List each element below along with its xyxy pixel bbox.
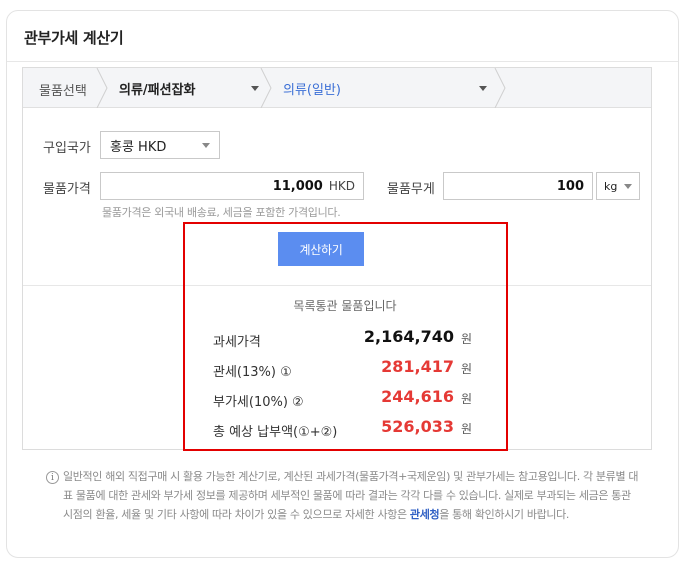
customs-service-link[interactable]: 관세청: [410, 508, 440, 521]
price-hint: 물품가격은 외국내 배송료, 세금을 포함한 가격입니다.: [102, 206, 341, 219]
category-select[interactable]: 의류/패션잡화: [119, 68, 269, 108]
title-divider: [7, 61, 678, 62]
weight-unit-value: kg: [604, 179, 618, 193]
price-field[interactable]: HKD: [100, 172, 364, 200]
country-select-value: 홍콩 HKD: [110, 139, 167, 155]
breadcrumb-chevron-icon: [96, 68, 108, 108]
price-input[interactable]: [101, 178, 323, 194]
category-select-value: 의류/패션잡화: [119, 82, 196, 98]
price-unit: HKD: [328, 179, 355, 193]
subcategory-select-value: 의류(일반): [283, 82, 341, 98]
country-select[interactable]: 홍콩 HKD: [100, 131, 220, 159]
breadcrumb-chevron-icon: [260, 68, 272, 108]
disclaimer-note: 일반적인 해외 직접구매 시 활용 가능한 계산기로, 계산된 과세가격(물품가…: [63, 467, 643, 524]
weight-field[interactable]: [443, 172, 593, 200]
country-label: 구입국가: [43, 141, 91, 156]
breadcrumb-chevron-icon: [494, 68, 506, 108]
breadcrumb: 물품선택 의류/패션잡화 의류(일반): [23, 68, 651, 108]
chevron-down-icon: [251, 86, 259, 91]
breadcrumb-label: 물품선택: [39, 84, 87, 99]
info-icon: i: [46, 471, 59, 484]
weight-unit-select[interactable]: kg: [596, 172, 640, 200]
result-highlight-box: [183, 222, 508, 451]
weight-input[interactable]: [444, 178, 584, 194]
chevron-down-icon: [624, 184, 632, 189]
chevron-down-icon: [202, 143, 210, 148]
card-title: 관부가세 계산기: [24, 29, 124, 47]
price-label: 물품가격: [43, 182, 91, 197]
weight-label: 물품무게: [387, 182, 435, 197]
disclaimer-text-end: 을 통해 확인하시기 바랍니다.: [439, 508, 570, 521]
chevron-down-icon: [479, 86, 487, 91]
subcategory-select[interactable]: 의류(일반): [283, 68, 495, 108]
